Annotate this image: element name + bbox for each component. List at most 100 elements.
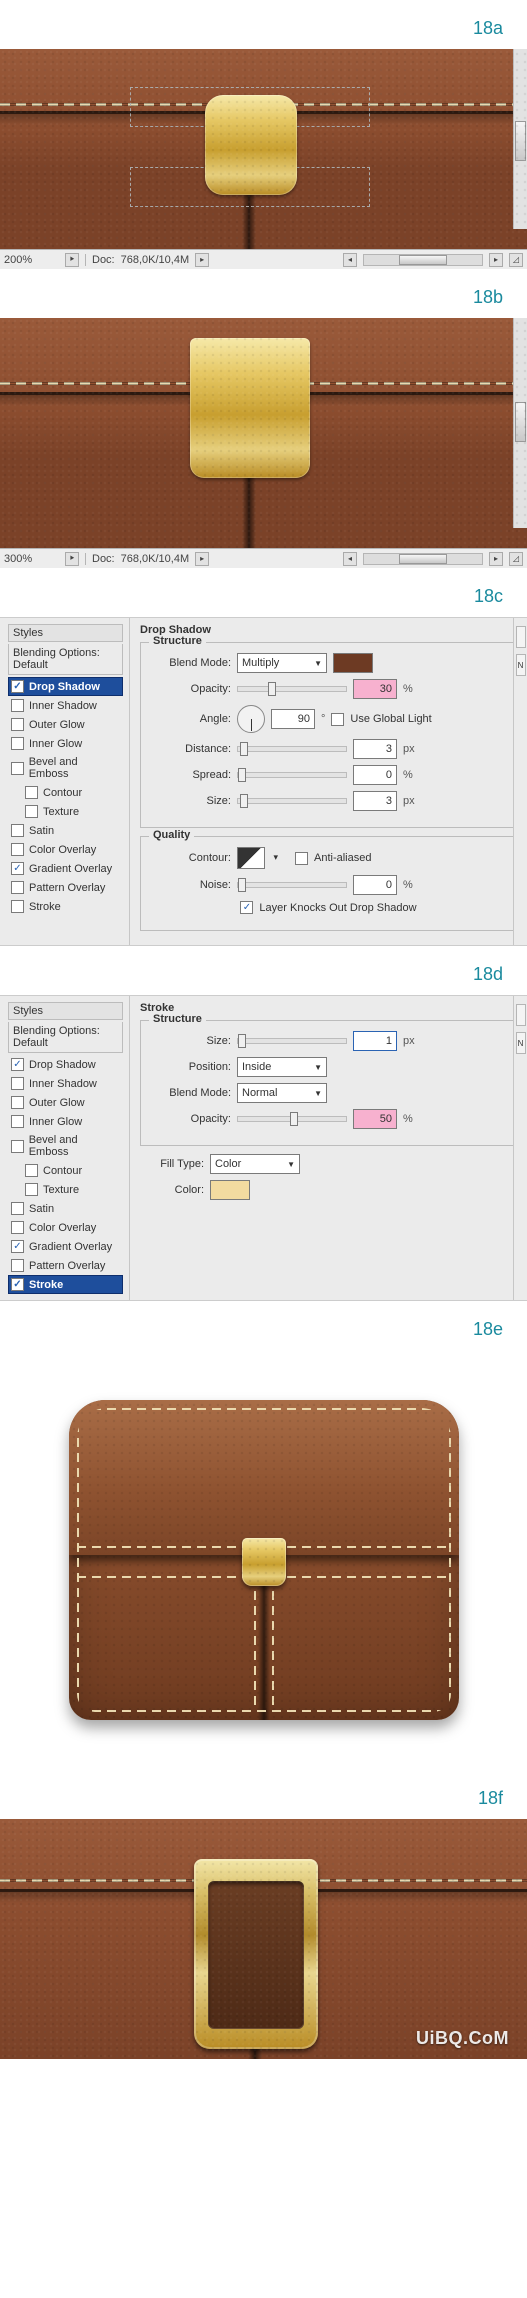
checkbox-icon[interactable] [11,1240,24,1253]
checkbox-icon[interactable] [25,1183,38,1196]
expand-icon[interactable]: ⯈ [65,552,79,566]
zoom-level[interactable]: 300% [4,553,59,565]
checkbox-icon[interactable] [11,680,24,693]
styles-blending-default[interactable]: Blending Options: Default [8,644,123,675]
blend-mode-select[interactable]: Normal ▼ [237,1083,327,1103]
angle-dial[interactable] [237,705,265,733]
side-button-n[interactable]: N [516,1032,526,1054]
styles-item-drop-shadow[interactable]: Drop Shadow [8,677,123,696]
menu-caret-icon[interactable]: ▸ [195,552,209,566]
styles-item-drop-shadow[interactable]: Drop Shadow [8,1055,123,1074]
angle-input[interactable]: 90 [271,709,315,729]
size-slider[interactable] [237,1038,347,1044]
checkbox-icon[interactable] [25,805,38,818]
checkbox-icon[interactable] [11,1259,24,1272]
scroll-left-icon[interactable]: ◂ [343,552,357,566]
size-input[interactable]: 1 [353,1031,397,1051]
opacity-input[interactable]: 50 [353,1109,397,1129]
stroke-color-swatch[interactable] [210,1180,250,1200]
checkbox-icon[interactable] [11,762,24,775]
horizontal-scrollbar[interactable] [363,254,483,266]
checkbox-icon[interactable] [11,824,24,837]
checkbox-icon[interactable] [11,1221,24,1234]
checkbox-icon[interactable] [11,699,24,712]
zoom-level[interactable]: 200% [4,254,59,266]
distance-input[interactable]: 3 [353,739,397,759]
styles-item-bevel-emboss[interactable]: Bevel and Emboss [8,1131,123,1161]
horizontal-scrollbar[interactable] [363,553,483,565]
spread-slider[interactable] [237,772,347,778]
checkbox-icon[interactable] [11,862,24,875]
spread-input[interactable]: 0 [353,765,397,785]
checkbox-icon[interactable] [25,786,38,799]
styles-item-stroke[interactable]: Stroke [8,897,123,916]
resize-grip-icon[interactable]: ◿ [509,552,523,566]
styles-item-texture[interactable]: Texture [8,1180,123,1199]
styles-item-gradient-overlay[interactable]: Gradient Overlay [8,859,123,878]
vertical-scroll-thumb[interactable] [515,402,526,442]
distance-slider[interactable] [237,746,347,752]
checkbox-icon[interactable] [11,1077,24,1090]
shadow-color-swatch[interactable] [333,653,373,673]
styles-item-inner-shadow[interactable]: Inner Shadow [8,696,123,715]
checkbox-icon[interactable] [11,1096,24,1109]
vertical-scrollbar[interactable] [513,49,527,229]
menu-caret-icon[interactable]: ▸ [195,253,209,267]
checkbox-icon[interactable] [25,1164,38,1177]
size-slider[interactable] [237,798,347,804]
expand-icon[interactable]: ⯈ [65,253,79,267]
contour-picker[interactable] [237,847,265,869]
horizontal-scroll-thumb[interactable] [399,554,446,564]
size-input[interactable]: 3 [353,791,397,811]
styles-item-outer-glow[interactable]: Outer Glow [8,1093,123,1112]
opacity-slider[interactable] [237,686,347,692]
styles-item-bevel-emboss[interactable]: Bevel and Emboss [8,753,123,783]
checkbox-icon[interactable] [11,737,24,750]
checkbox-icon[interactable] [11,1140,24,1153]
checkbox-icon[interactable] [11,718,24,731]
checkbox-icon[interactable] [11,1058,24,1071]
resize-grip-icon[interactable]: ◿ [509,253,523,267]
position-select[interactable]: Inside ▼ [237,1057,327,1077]
styles-item-satin[interactable]: Satin [8,1199,123,1218]
horizontal-scroll-thumb[interactable] [399,255,446,265]
side-button-n[interactable]: N [516,654,526,676]
noise-slider[interactable] [237,882,347,888]
use-global-light-checkbox[interactable] [331,713,344,726]
blend-mode-select[interactable]: Multiply ▼ [237,653,327,673]
scroll-left-icon[interactable]: ◂ [343,253,357,267]
checkbox-icon[interactable] [11,843,24,856]
anti-aliased-checkbox[interactable] [295,852,308,865]
styles-item-texture[interactable]: Texture [8,802,123,821]
styles-item-pattern-overlay[interactable]: Pattern Overlay [8,878,123,897]
vertical-scrollbar[interactable] [513,318,527,528]
checkbox-icon[interactable] [11,900,24,913]
styles-item-satin[interactable]: Satin [8,821,123,840]
styles-item-contour[interactable]: Contour [8,783,123,802]
side-button-blank[interactable] [516,626,526,648]
styles-item-stroke[interactable]: Stroke [8,1275,123,1294]
styles-item-outer-glow[interactable]: Outer Glow [8,715,123,734]
opacity-input[interactable]: 30 [353,679,397,699]
checkbox-icon[interactable] [11,881,24,894]
scroll-right-icon[interactable]: ▸ [489,552,503,566]
styles-item-pattern-overlay[interactable]: Pattern Overlay [8,1256,123,1275]
checkbox-icon[interactable] [11,1278,24,1291]
fill-type-select[interactable]: Color ▼ [210,1154,300,1174]
noise-input[interactable]: 0 [353,875,397,895]
scroll-right-icon[interactable]: ▸ [489,253,503,267]
styles-item-inner-glow[interactable]: Inner Glow [8,1112,123,1131]
knockout-checkbox[interactable] [240,901,253,914]
styles-item-color-overlay[interactable]: Color Overlay [8,1218,123,1237]
styles-item-color-overlay[interactable]: Color Overlay [8,840,123,859]
styles-item-inner-glow[interactable]: Inner Glow [8,734,123,753]
styles-item-inner-shadow[interactable]: Inner Shadow [8,1074,123,1093]
side-button-blank[interactable] [516,1004,526,1026]
styles-blending-default[interactable]: Blending Options: Default [8,1022,123,1053]
opacity-slider[interactable] [237,1116,347,1122]
styles-item-gradient-overlay[interactable]: Gradient Overlay [8,1237,123,1256]
checkbox-icon[interactable] [11,1115,24,1128]
vertical-scroll-thumb[interactable] [515,121,526,161]
styles-item-contour[interactable]: Contour [8,1161,123,1180]
checkbox-icon[interactable] [11,1202,24,1215]
